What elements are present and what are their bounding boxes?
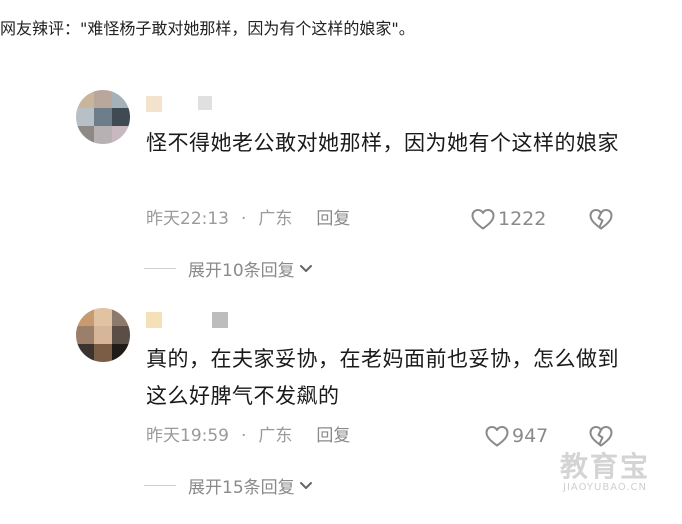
expand-replies-label: 展开10条回复	[188, 261, 295, 281]
avatar-pixel	[94, 326, 112, 344]
watermark-cn: 教育宝	[559, 450, 650, 483]
like-button[interactable]: 947	[484, 423, 548, 449]
watermark-logo: 教育宝 JIAOYUBAO.CN	[548, 452, 662, 494]
expand-replies-button[interactable]: 展开10条回复	[144, 256, 313, 281]
avatar-pixel	[112, 326, 130, 344]
avatar-pixel	[76, 308, 94, 326]
expand-replies-label: 展开15条回复	[188, 478, 295, 498]
heart-icon	[485, 426, 509, 447]
comment-text: 真的，在夫家妥协，在老妈面前也妥协，怎么做到这么好脾气不发飙的	[146, 347, 619, 408]
expand-replies-button[interactable]: 展开15条回复	[144, 473, 313, 498]
meta-separator: ·	[241, 426, 247, 446]
avatar-pixel	[94, 308, 112, 326]
avatar-pixel	[112, 308, 130, 326]
username-block	[212, 312, 228, 328]
comment-location: 广东	[258, 426, 293, 446]
chevron-down-icon	[299, 264, 312, 272]
like-count: 947	[512, 425, 549, 447]
watermark-en: JIAOYUBAO.CN	[563, 482, 647, 493]
chevron-down-icon	[299, 481, 312, 489]
comment-item: 真的，在夫家妥协，在老妈面前也妥协，怎么做到这么好脾气不发飙的 昨天19:59 ·…	[0, 0, 682, 498]
avatar-pixel	[112, 344, 130, 362]
comment-time: 昨天19:59	[146, 426, 229, 446]
comment-meta: 昨天19:59 · 广东 回复	[146, 425, 350, 447]
avatar-pixel	[94, 344, 112, 362]
reply-button[interactable]: 回复	[316, 426, 350, 446]
expand-divider	[144, 268, 176, 269]
avatar[interactable]	[76, 308, 130, 362]
broken-heart-icon[interactable]	[588, 424, 614, 448]
avatar-pixel	[76, 344, 94, 362]
avatar-pixel	[76, 326, 94, 344]
username-block	[146, 312, 162, 328]
expand-divider	[144, 485, 176, 486]
